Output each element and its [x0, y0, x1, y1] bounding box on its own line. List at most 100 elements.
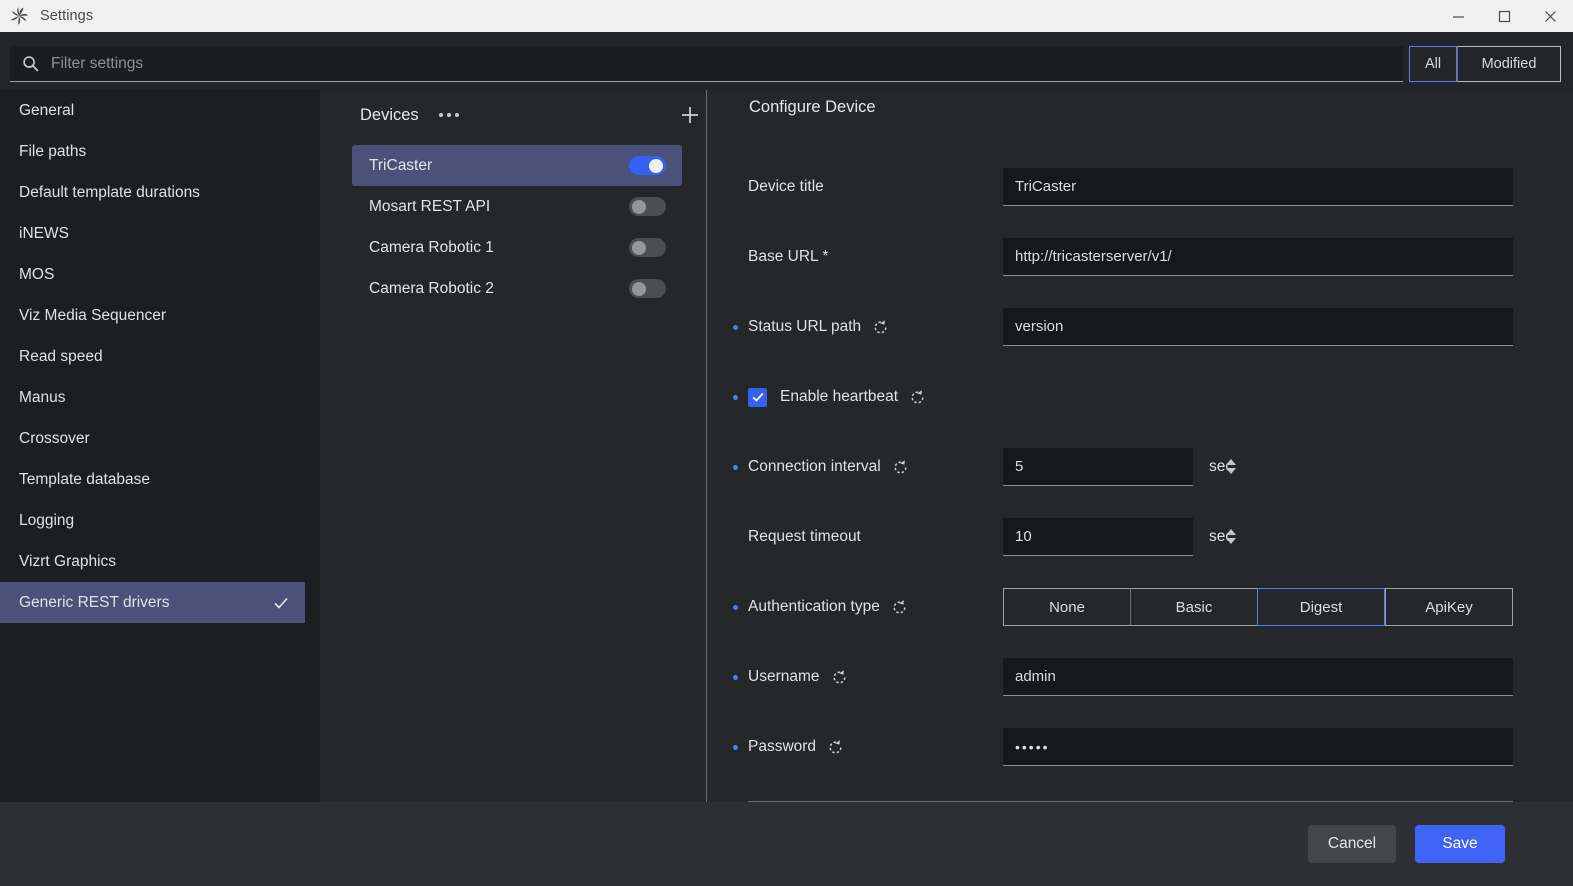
sidebar-item-label: MOS	[19, 265, 55, 283]
modified-dot	[733, 464, 738, 470]
devices-panel-header: Devices	[360, 98, 700, 132]
device-row-camera-robotic-2[interactable]: Camera Robotic 2	[352, 268, 682, 309]
cancel-button[interactable]: Cancel	[1308, 825, 1396, 863]
connection-interval-stepper[interactable]	[1003, 448, 1236, 486]
sidebar-item-logging[interactable]: Logging	[0, 500, 320, 541]
password-input[interactable]	[1003, 728, 1513, 766]
base-url-label-group: Base URL *	[733, 248, 1003, 266]
reset-circular-arrow-icon[interactable]	[909, 389, 926, 406]
devices-panel: Devices TriCaster Mosart REST API Camera…	[320, 90, 706, 802]
filter-all-button[interactable]: All	[1409, 46, 1457, 82]
reset-circular-arrow-icon[interactable]	[827, 739, 844, 756]
sidebar-item-generic-rest-drivers[interactable]: Generic REST drivers	[0, 582, 305, 623]
device-list: TriCaster Mosart REST API Camera Robotic…	[352, 145, 682, 309]
sidebar-item-label: Default template durations	[19, 183, 200, 201]
auth-option-digest[interactable]: Digest	[1257, 588, 1385, 626]
device-row-tricaster[interactable]: TriCaster	[352, 145, 682, 186]
device-enable-toggle[interactable]	[629, 197, 666, 216]
password-label-group: Password	[733, 738, 1003, 756]
configure-device-panel: Configure Device Device title Base URL *…	[707, 90, 1573, 802]
sidebar-item-label: Read speed	[19, 347, 103, 365]
device-title-input[interactable]	[1003, 168, 1513, 206]
auth-option-none[interactable]: None	[1003, 588, 1130, 626]
modified-dot	[733, 324, 738, 330]
form-row-connection-interval: Connection interval sec	[707, 432, 1573, 502]
checkmark-icon	[273, 595, 289, 611]
sidebar-item-label: Template database	[19, 470, 150, 488]
window-title: Settings	[40, 8, 94, 24]
base-url-label: Base URL *	[748, 248, 829, 265]
sidebar-item-file-paths[interactable]: File paths	[0, 131, 320, 172]
sidebar-item-default-template-durations[interactable]: Default template durations	[0, 172, 320, 213]
window-controls	[1435, 0, 1573, 32]
username-input[interactable]	[1003, 658, 1513, 696]
search-icon	[22, 55, 39, 72]
reset-circular-arrow-icon[interactable]	[891, 599, 908, 616]
sidebar-item-read-speed[interactable]: Read speed	[0, 336, 320, 377]
device-row-mosart-rest-api[interactable]: Mosart REST API	[352, 186, 682, 227]
sidebar-item-template-database[interactable]: Template database	[0, 459, 320, 500]
sidebar-item-label: General	[19, 101, 75, 119]
configure-device-title: Configure Device	[749, 98, 876, 116]
devices-panel-title: Devices	[360, 105, 419, 124]
search-input[interactable]	[51, 54, 1403, 73]
form-row-request-timeout: Request timeout sec	[707, 502, 1573, 572]
auth-option-basic[interactable]: Basic	[1130, 588, 1257, 626]
device-enable-toggle[interactable]	[629, 279, 666, 298]
sidebar-item-label: Generic REST drivers	[19, 593, 170, 611]
dialog-footer: Cancel Save	[0, 802, 1573, 886]
reset-circular-arrow-icon[interactable]	[892, 459, 909, 476]
status-url-path-input[interactable]	[1003, 308, 1513, 346]
device-enable-toggle[interactable]	[629, 156, 666, 175]
device-name: TriCaster	[369, 156, 433, 174]
search-field-wrapper[interactable]	[10, 46, 1403, 82]
sidebar-item-vizrt-graphics[interactable]: Vizrt Graphics	[0, 541, 320, 582]
filter-scope-toggle: All Modified	[1409, 46, 1561, 82]
status-url-path-label: Status URL path	[748, 318, 862, 335]
connection-interval-label: Connection interval	[748, 458, 881, 475]
device-name: Camera Robotic 2	[369, 279, 494, 297]
enable-heartbeat-label: Enable heartbeat	[780, 388, 899, 405]
stepper-arrows-icon[interactable]	[1226, 529, 1236, 544]
save-button[interactable]: Save	[1415, 825, 1505, 863]
sidebar-item-inews[interactable]: iNEWS	[0, 213, 320, 254]
sidebar-item-general[interactable]: General	[0, 90, 320, 131]
sidebar-item-label: Manus	[19, 388, 66, 406]
filter-modified-button[interactable]: Modified	[1457, 46, 1561, 82]
vizrt-pinwheel-icon	[8, 5, 30, 27]
sidebar-item-label: Viz Media Sequencer	[19, 306, 167, 324]
request-timeout-label: Request timeout	[748, 528, 861, 545]
maximize-button[interactable]	[1481, 0, 1527, 32]
sidebar-item-mos[interactable]: MOS	[0, 254, 320, 295]
reset-circular-arrow-icon[interactable]	[872, 319, 889, 336]
modified-dot	[733, 604, 738, 610]
request-timeout-input[interactable]	[1003, 528, 1226, 545]
form-row-username: Username	[707, 642, 1573, 712]
device-title-label: Device title	[748, 178, 824, 195]
vertical-scrollbar-track[interactable]	[1560, 90, 1573, 881]
sidebar-item-manus[interactable]: Manus	[0, 377, 320, 418]
close-button[interactable]	[1527, 0, 1573, 32]
add-device-icon[interactable]	[680, 105, 700, 125]
device-enable-toggle[interactable]	[629, 238, 666, 257]
reset-circular-arrow-icon[interactable]	[831, 669, 848, 686]
sidebar-item-crossover[interactable]: Crossover	[0, 418, 320, 459]
sidebar-item-label: Vizrt Graphics	[19, 552, 117, 570]
device-row-camera-robotic-1[interactable]: Camera Robotic 1	[352, 227, 682, 268]
device-name: Camera Robotic 1	[369, 238, 494, 256]
form-row-password: Password	[707, 712, 1573, 782]
enable-heartbeat-checkbox[interactable]	[748, 387, 767, 407]
modified-dot	[733, 674, 738, 680]
base-url-input[interactable]	[1003, 238, 1513, 276]
modified-dot	[733, 394, 738, 400]
auth-option-apikey[interactable]: ApiKey	[1385, 588, 1513, 626]
sidebar-item-viz-media-sequencer[interactable]: Viz Media Sequencer	[0, 295, 320, 336]
minimize-button[interactable]	[1435, 0, 1481, 32]
connection-interval-input[interactable]	[1003, 458, 1226, 475]
connection-interval-label-group: Connection interval	[733, 458, 1003, 476]
request-timeout-stepper[interactable]	[1003, 518, 1236, 556]
stepper-arrows-icon[interactable]	[1226, 459, 1236, 474]
more-options-icon[interactable]	[438, 113, 459, 117]
form-row-enable-heartbeat: Enable heartbeat	[707, 362, 1573, 432]
form-row-authentication-type: Authentication type None Basic Digest Ap…	[707, 572, 1573, 642]
